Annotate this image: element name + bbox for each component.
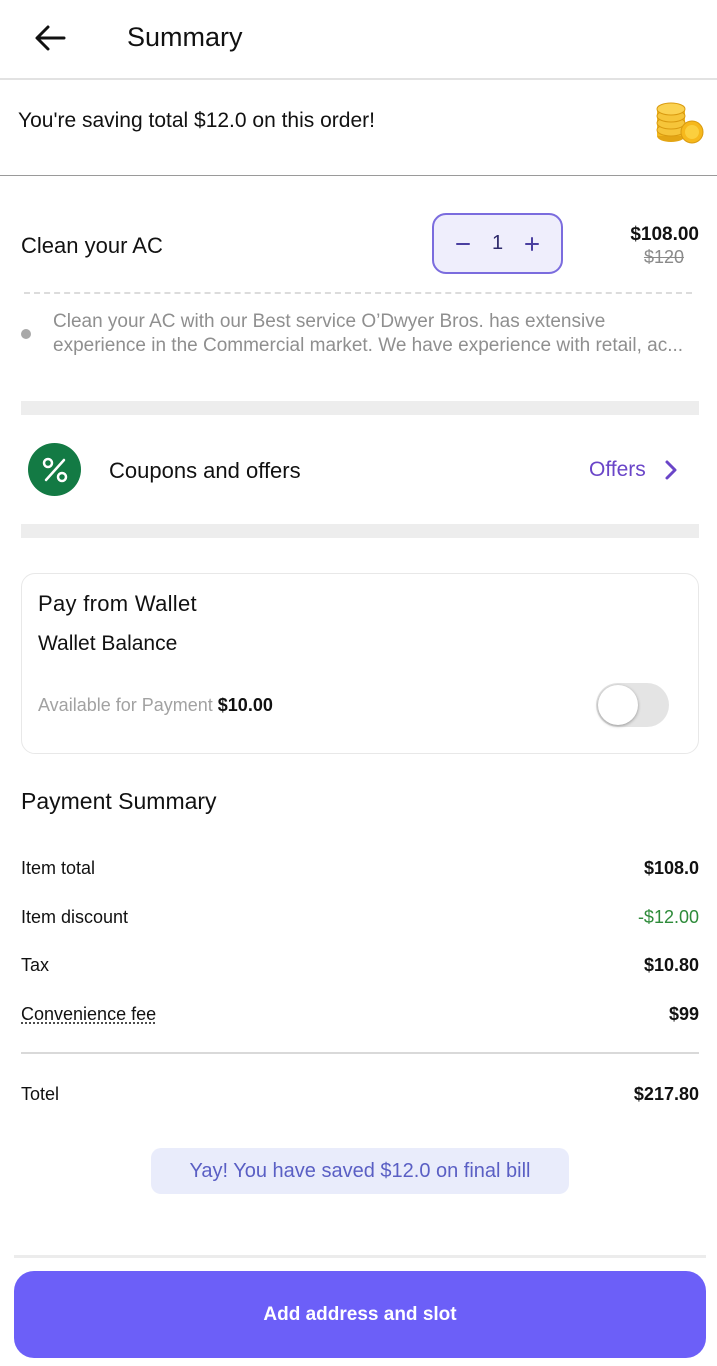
tax-label: Tax	[21, 955, 50, 975]
total-value: $217.80	[633, 1084, 699, 1104]
chevron-right-icon	[665, 460, 677, 480]
wallet-balance-label: Wallet Balance	[38, 632, 178, 655]
minus-icon	[456, 242, 470, 245]
offers-link[interactable]: Offers	[589, 457, 646, 483]
wallet-title: Pay from Wallet	[38, 591, 197, 616]
section-divider	[21, 401, 699, 415]
convenience-fee-label[interactable]: Convenience fee	[21, 1002, 156, 1026]
wallet-available: Available for Payment $10.00	[38, 693, 273, 717]
saved-message: Yay! You have saved $12.0 on final bill	[151, 1148, 569, 1194]
coupons-label: Coupons and offers	[109, 458, 301, 483]
item-discount-value: -$12.00	[637, 907, 699, 927]
tax-value: $10.80	[643, 955, 699, 975]
service-description-line-2: experience in the Commercial market. We …	[53, 335, 684, 356]
back-button[interactable]	[30, 18, 70, 58]
item-total-value: $108.0	[643, 858, 699, 878]
item-total-label: Item total	[21, 858, 96, 878]
wallet-toggle[interactable]	[596, 683, 669, 727]
savings-banner-text: You're saving total $12.0 on this order!	[18, 109, 375, 132]
payment-summary-title: Payment Summary	[21, 788, 217, 814]
increment-button[interactable]	[521, 233, 543, 255]
bottom-divider	[14, 1255, 706, 1258]
service-price: $108.00	[630, 224, 699, 245]
add-address-button[interactable]: Add address and slot	[14, 1271, 706, 1358]
coins-icon	[656, 102, 704, 144]
plus-icon	[525, 236, 539, 251]
toggle-knob	[598, 685, 638, 725]
item-discount-label: Item discount	[21, 907, 129, 927]
service-description: Clean your AC with our Best service O’Dw…	[53, 310, 699, 358]
page-title: Summary	[127, 22, 243, 52]
wallet-available-label: Available for Payment	[38, 695, 213, 715]
quantity-stepper: 1	[432, 213, 563, 274]
bullet-icon	[21, 329, 31, 339]
arrow-left-icon	[35, 25, 66, 51]
section-divider	[21, 524, 699, 538]
quantity-value: 1	[491, 232, 504, 254]
wallet-card: Pay from Wallet Wallet Balance Available…	[21, 573, 699, 754]
service-original-price: $120	[643, 247, 684, 267]
convenience-fee-value: $99	[668, 1004, 699, 1024]
service-name: Clean your AC	[21, 233, 163, 258]
percent-icon	[28, 443, 81, 496]
coupons-row[interactable]: Coupons and offers Offers	[0, 430, 717, 512]
decrement-button[interactable]	[452, 233, 474, 255]
app-header: Summary	[0, 0, 717, 80]
wallet-available-amount: $10.00	[217, 695, 273, 715]
total-label: Totel	[21, 1084, 60, 1104]
service-description-line-1: Clean your AC with our Best service O’Dw…	[53, 311, 606, 332]
dashed-divider	[24, 292, 692, 294]
summary-divider	[21, 1052, 699, 1054]
